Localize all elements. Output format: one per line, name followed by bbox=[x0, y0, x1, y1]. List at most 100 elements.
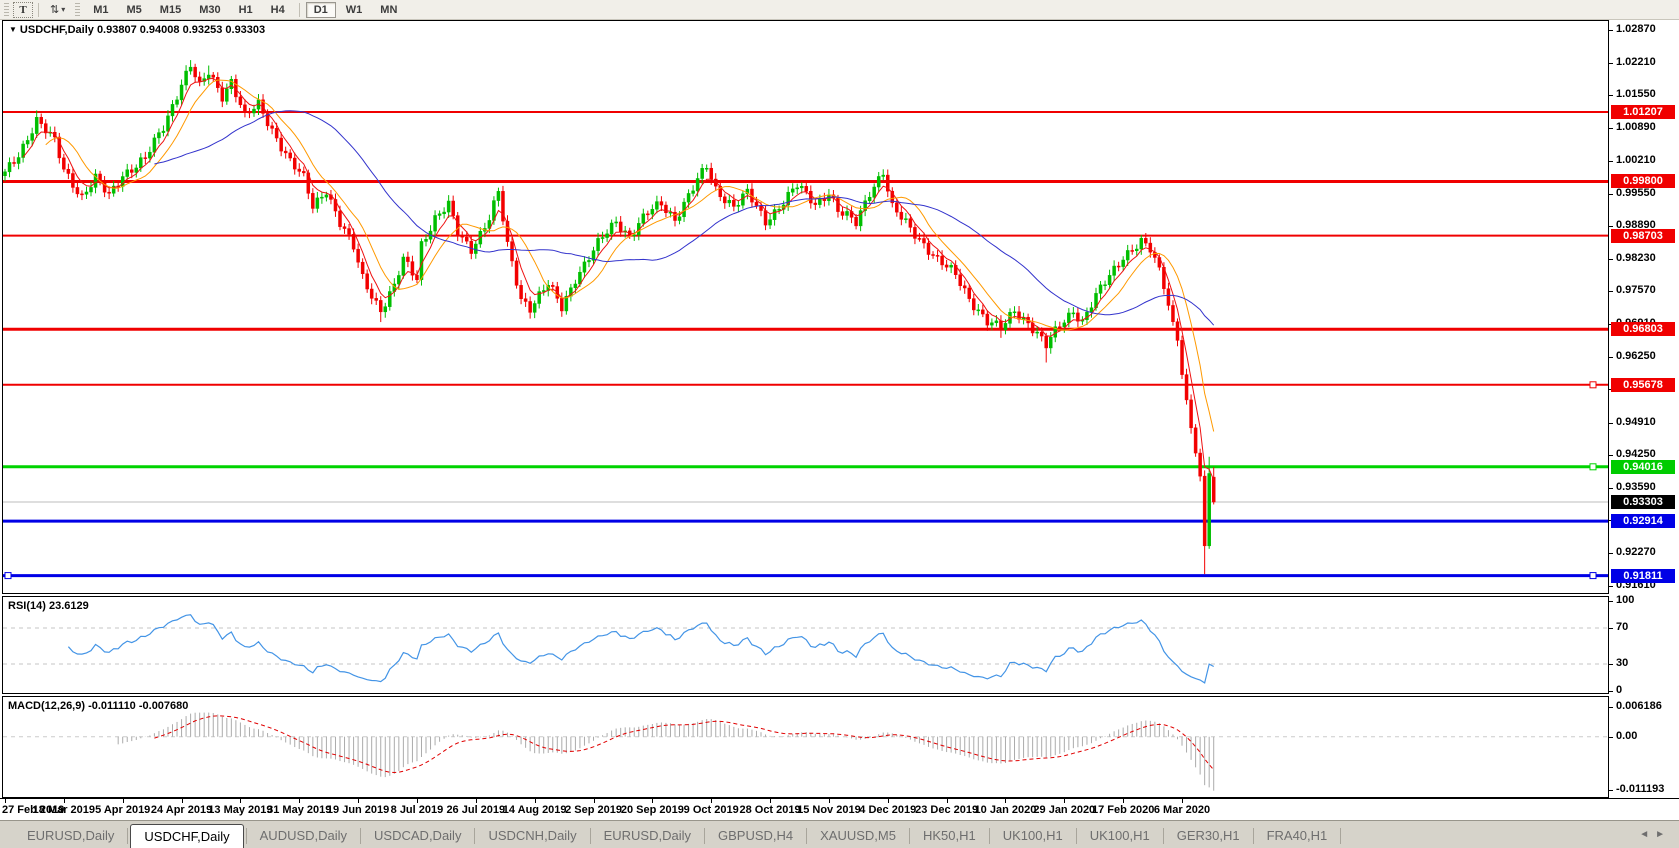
date-tick-mark bbox=[299, 799, 300, 803]
collapse-triangle-icon[interactable]: ▼ bbox=[9, 25, 17, 34]
price-tick-mark bbox=[1609, 95, 1613, 96]
chart-tab-eurusd-daily[interactable]: EURUSD,Daily bbox=[14, 823, 127, 848]
chart-tab-usdchf-daily[interactable]: USDCHF,Daily bbox=[130, 824, 243, 848]
date-label: 13 May 2019 bbox=[208, 804, 272, 816]
timeframe-button-D1[interactable]: D1 bbox=[306, 2, 336, 18]
price-axis[interactable]: 1.028701.022101.015501.008901.002100.995… bbox=[1609, 20, 1679, 798]
price-chart-panel[interactable]: ▼USDCHF,Daily 0.93807 0.94008 0.93253 0.… bbox=[2, 20, 1609, 594]
date-label: 10 Jan 2020 bbox=[975, 804, 1037, 816]
chart-title: ▼USDCHF,Daily 0.93807 0.94008 0.93253 0.… bbox=[9, 24, 265, 36]
toolbar: T ⇅▾ M1M5M15M30H1H4 D1W1MN bbox=[0, 0, 1679, 20]
timeframe-button-H1[interactable]: H1 bbox=[231, 2, 261, 18]
chevron-down-icon: ▾ bbox=[61, 5, 65, 14]
chart-tab-gbpusd-h4[interactable]: GBPUSD,H4 bbox=[705, 823, 806, 848]
date-tick-mark bbox=[1064, 799, 1065, 803]
chart-tab-usdcad-daily[interactable]: USDCAD,Daily bbox=[361, 823, 474, 848]
price-tag-0.94016: 0.94016 bbox=[1611, 460, 1675, 474]
arrange-button[interactable]: ⇅▾ bbox=[44, 2, 71, 18]
date-tick-mark bbox=[1123, 799, 1124, 803]
price-tag-0.92914: 0.92914 bbox=[1611, 514, 1675, 528]
candlestick-canvas[interactable] bbox=[3, 21, 1608, 593]
price-tick-label: 0.94910 bbox=[1616, 416, 1656, 428]
price-tick-mark bbox=[1609, 128, 1613, 129]
rsi-tick-label: 30 bbox=[1616, 657, 1628, 669]
chart-tab-fra40-h1[interactable]: FRA40,H1 bbox=[1254, 823, 1341, 848]
macd-canvas[interactable] bbox=[3, 697, 1608, 797]
date-label: 19 Jun 2019 bbox=[327, 804, 389, 816]
price-tag-0.96803: 0.96803 bbox=[1611, 322, 1675, 336]
date-label: 5 Apr 2019 bbox=[95, 804, 150, 816]
chart-tab-ger30-h1[interactable]: GER30,H1 bbox=[1164, 823, 1253, 848]
chart-tab-usdcnh-daily[interactable]: USDCNH,Daily bbox=[475, 823, 589, 848]
rsi-tick-mark bbox=[1609, 628, 1613, 629]
toolbar-grip[interactable] bbox=[4, 3, 9, 16]
timeframe-button-MN[interactable]: MN bbox=[372, 2, 405, 18]
price-tick-label: 1.00890 bbox=[1616, 121, 1656, 133]
timeframe-button-M15[interactable]: M15 bbox=[152, 2, 189, 18]
macd-label: MACD(12,26,9) -0.011110 -0.007680 bbox=[8, 700, 188, 712]
date-tick-mark bbox=[182, 799, 183, 803]
date-tick-mark bbox=[947, 799, 948, 803]
macd-tick-label: -0.011193 bbox=[1616, 783, 1664, 795]
chart-tab-hk50-h1[interactable]: HK50,H1 bbox=[910, 823, 989, 848]
text-label-tool-button[interactable]: T bbox=[13, 2, 33, 18]
tab-separator bbox=[127, 828, 128, 844]
date-label: 26 Jul 2019 bbox=[446, 804, 505, 816]
date-label: 24 Apr 2019 bbox=[151, 804, 212, 816]
price-tick-mark bbox=[1609, 455, 1613, 456]
price-tick-label: 1.00210 bbox=[1616, 154, 1656, 166]
date-label: 29 Jan 2020 bbox=[1033, 804, 1095, 816]
date-label: 2 Sep 2019 bbox=[565, 804, 622, 816]
chart-tab-xauusd-m5[interactable]: XAUUSD,M5 bbox=[807, 823, 909, 848]
date-tick-mark bbox=[64, 799, 65, 803]
tab-scroll-right-icon[interactable]: ► bbox=[1655, 829, 1671, 840]
date-tick-mark bbox=[358, 799, 359, 803]
price-tick-label: 0.92270 bbox=[1616, 546, 1656, 558]
price-tag-0.98703: 0.98703 bbox=[1611, 229, 1675, 243]
date-tick-mark bbox=[594, 799, 595, 803]
timeframe-button-W1[interactable]: W1 bbox=[338, 2, 371, 18]
toolbar-separator bbox=[38, 3, 39, 17]
price-tick-mark bbox=[1609, 259, 1613, 260]
rsi-tick-mark bbox=[1609, 664, 1613, 665]
macd-panel[interactable]: MACD(12,26,9) -0.011110 -0.007680 bbox=[2, 696, 1609, 798]
timeframe-button-M30[interactable]: M30 bbox=[191, 2, 228, 18]
rsi-tick-label: 100 bbox=[1616, 594, 1634, 606]
price-tick-label: 0.98230 bbox=[1616, 252, 1656, 264]
date-label: 15 Nov 2019 bbox=[797, 804, 861, 816]
price-tick-mark bbox=[1609, 291, 1613, 292]
date-tick-mark bbox=[1005, 799, 1006, 803]
rsi-canvas[interactable] bbox=[3, 597, 1608, 693]
chart-tabs: EURUSD,DailyUSDCHF,DailyAUDUSD,DailyUSDC… bbox=[0, 821, 1341, 848]
chart-tab-audusd-daily[interactable]: AUDUSD,Daily bbox=[247, 823, 360, 848]
price-tick-mark bbox=[1609, 423, 1613, 424]
timeframe-button-H4[interactable]: H4 bbox=[263, 2, 293, 18]
chart-tab-uk100-h1[interactable]: UK100,H1 bbox=[990, 823, 1076, 848]
rsi-panel[interactable]: RSI(14) 23.6129 bbox=[2, 596, 1609, 694]
price-tag-0.99800: 0.99800 bbox=[1611, 174, 1675, 188]
tab-scroll-arrows: ◄► bbox=[1639, 829, 1671, 840]
date-label: 31 May 2019 bbox=[267, 804, 331, 816]
rsi-tick-mark bbox=[1609, 691, 1613, 692]
toolbar-grip[interactable] bbox=[75, 3, 80, 16]
date-tick-mark bbox=[770, 799, 771, 803]
date-label: 4 Dec 2019 bbox=[859, 804, 916, 816]
price-tick-mark bbox=[1609, 226, 1613, 227]
price-tag-1.01207: 1.01207 bbox=[1611, 105, 1675, 119]
tab-separator bbox=[1340, 828, 1341, 844]
tab-scroll-left-icon[interactable]: ◄ bbox=[1639, 829, 1655, 840]
timeframe-button-M1[interactable]: M1 bbox=[85, 2, 116, 18]
price-tick-label: 0.93590 bbox=[1616, 481, 1656, 493]
price-tick-label: 1.01550 bbox=[1616, 88, 1656, 100]
macd-tick-mark bbox=[1609, 737, 1613, 738]
date-tick-mark bbox=[123, 799, 124, 803]
price-tick-label: 0.96250 bbox=[1616, 350, 1656, 362]
timeframe-button-M5[interactable]: M5 bbox=[119, 2, 150, 18]
rsi-tick-label: 70 bbox=[1616, 621, 1628, 633]
chart-tab-eurusd-daily[interactable]: EURUSD,Daily bbox=[591, 823, 704, 848]
macd-tick-label: 0.006186 bbox=[1616, 700, 1662, 712]
date-label: 6 Mar 2020 bbox=[1154, 804, 1210, 816]
time-axis[interactable]: 27 Feb 201918 Mar 20195 Apr 201924 Apr 2… bbox=[0, 798, 1679, 820]
chart-tab-uk100-h1[interactable]: UK100,H1 bbox=[1077, 823, 1163, 848]
price-tick-label: 1.02870 bbox=[1616, 23, 1656, 35]
